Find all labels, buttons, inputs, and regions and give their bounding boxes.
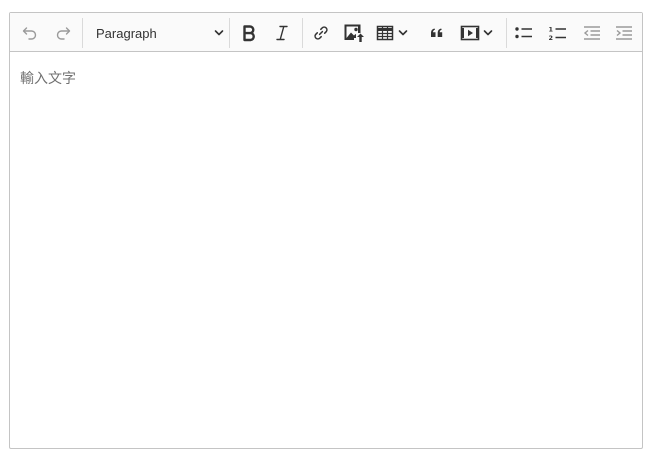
block-quote-button[interactable] [424, 19, 450, 47]
link-button[interactable] [308, 19, 334, 47]
bold-icon [243, 25, 255, 42]
toolbar-separator [506, 18, 507, 48]
bold-button[interactable] [236, 19, 262, 47]
outdent-button[interactable] [579, 19, 605, 47]
media-icon [460, 25, 480, 41]
indent-icon [616, 26, 632, 40]
insert-media-button[interactable] [460, 19, 502, 47]
rich-text-editor: Paragraph 1 2 輸入文字 [9, 12, 643, 449]
chevron-down-icon [214, 30, 224, 36]
image-upload-icon [344, 24, 364, 42]
svg-text:1: 1 [549, 26, 554, 34]
numbered-list-icon: 1 2 [549, 26, 566, 42]
bulleted-list-button[interactable] [511, 19, 537, 47]
editor-content-area[interactable]: 輸入文字 [10, 52, 642, 448]
redo-icon [56, 27, 71, 40]
insert-table-button[interactable] [376, 19, 418, 47]
undo-button[interactable] [17, 19, 43, 47]
chevron-down-icon [483, 30, 493, 36]
italic-icon [276, 25, 288, 41]
heading-dropdown-label: Paragraph [96, 25, 157, 41]
heading-dropdown[interactable]: Paragraph [88, 19, 224, 47]
editor-placeholder: 輸入文字 [20, 71, 76, 87]
link-icon [314, 26, 328, 40]
image-upload-button[interactable] [341, 19, 367, 47]
quote-icon [431, 28, 443, 37]
editor-toolbar: Paragraph 1 2 [10, 13, 642, 52]
numbered-list-button[interactable]: 1 2 [545, 19, 571, 47]
table-icon [376, 25, 394, 41]
svg-text:2: 2 [549, 34, 554, 42]
chevron-down-icon [398, 30, 408, 36]
undo-icon [22, 27, 37, 40]
toolbar-separator [302, 18, 303, 48]
italic-button[interactable] [269, 19, 295, 47]
redo-button[interactable] [50, 19, 76, 47]
toolbar-separator [82, 18, 83, 48]
outdent-icon [583, 26, 600, 40]
bulleted-list-icon [515, 27, 532, 39]
toolbar-separator [229, 18, 230, 48]
indent-button[interactable] [611, 19, 637, 47]
